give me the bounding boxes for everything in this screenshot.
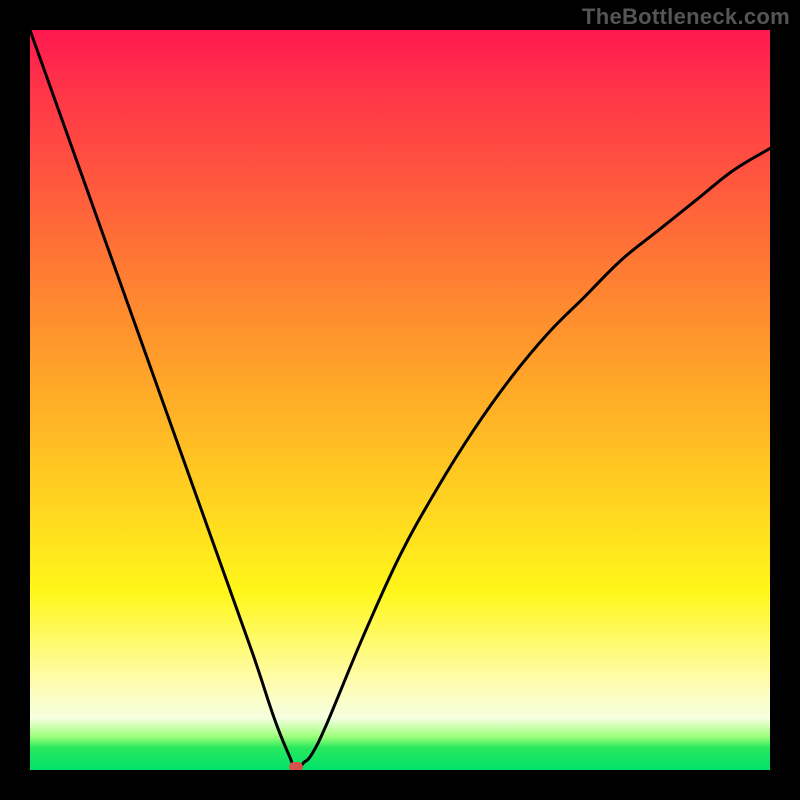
min-marker-icon	[289, 762, 303, 770]
watermark-text: TheBottleneck.com	[582, 4, 790, 30]
plot-area	[30, 30, 770, 770]
curve-layer	[30, 30, 770, 770]
bottleneck-curve	[30, 30, 770, 770]
